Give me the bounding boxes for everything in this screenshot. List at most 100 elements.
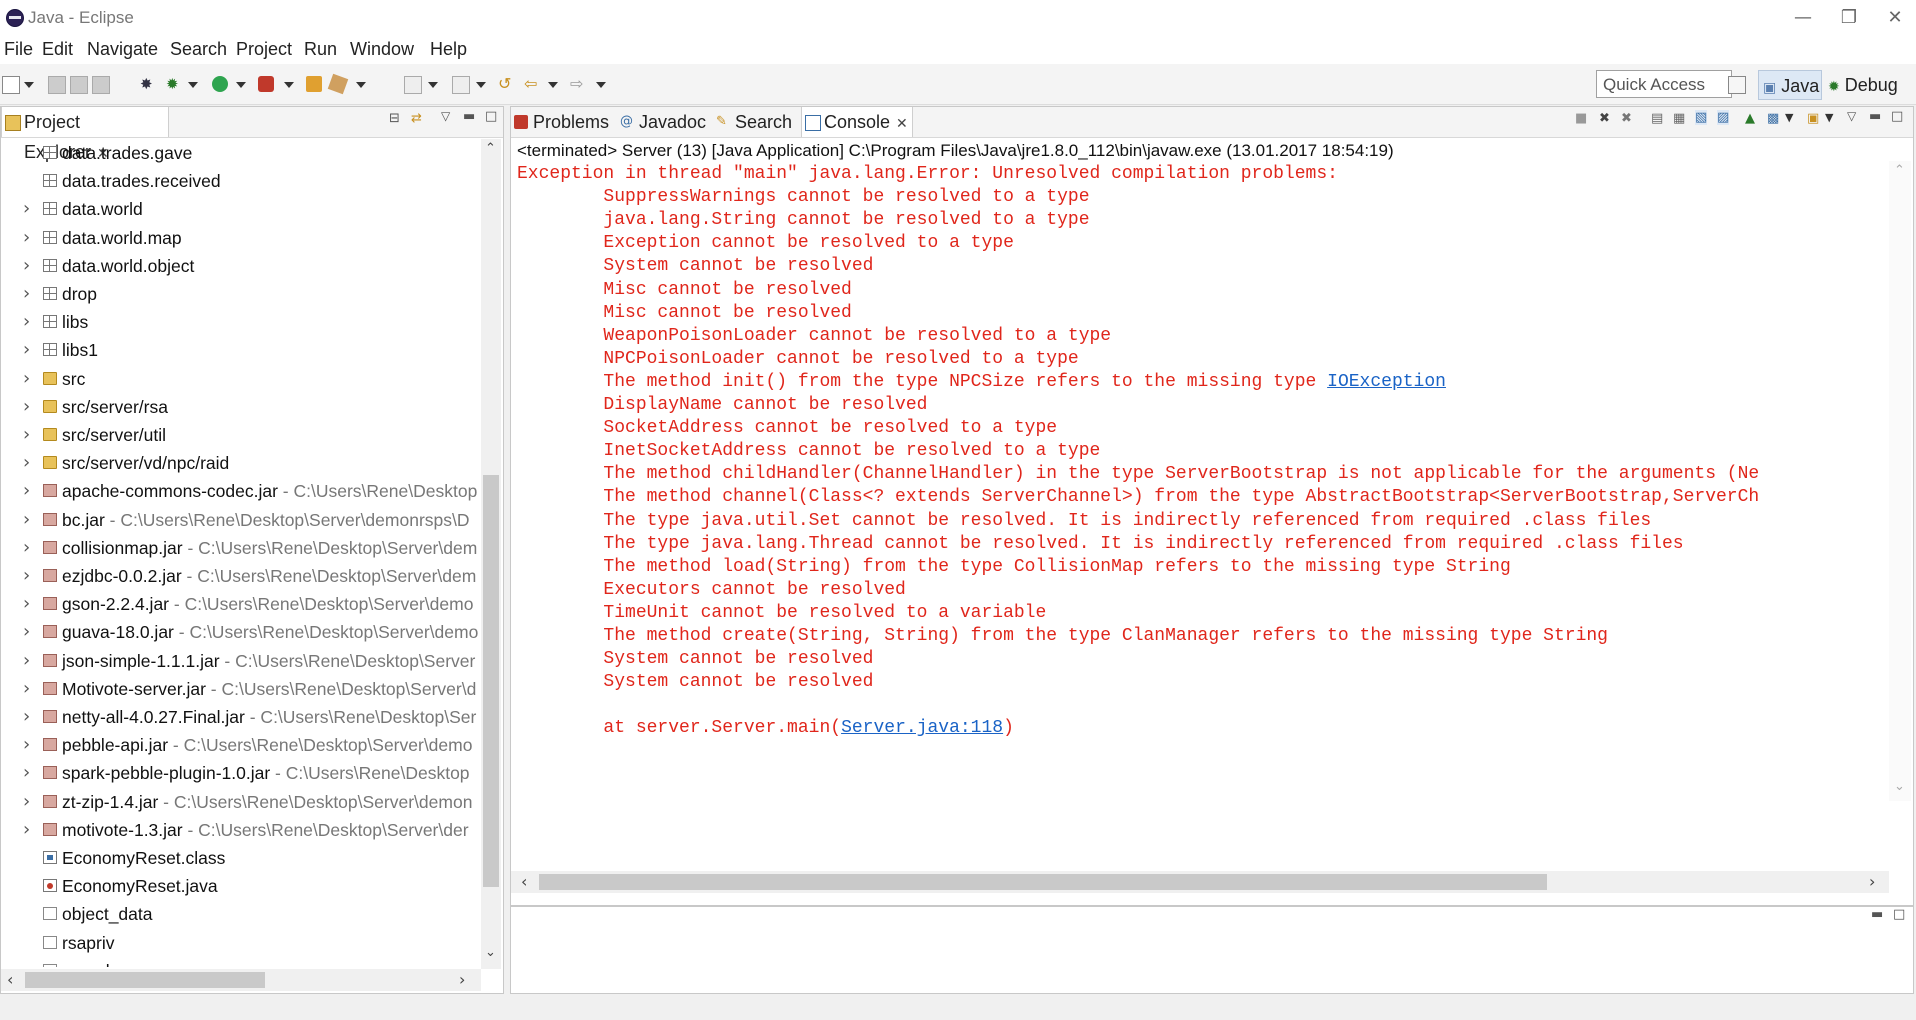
tree-item[interactable]: › pebble-api.jar - C:\Users\Rene\Desktop\… <box>1 731 481 759</box>
tree-item[interactable]: EconomyReset.class <box>1 844 481 872</box>
maximize-view-icon[interactable]: □ <box>1891 109 1903 124</box>
tree-item[interactable]: data.trades.received <box>1 167 481 195</box>
menu-window[interactable]: Window <box>350 39 414 60</box>
tree-item[interactable]: › src/server/rsa <box>1 393 481 421</box>
chevron-right-icon[interactable]: › <box>23 336 30 364</box>
tree-item[interactable]: › src <box>1 365 481 393</box>
tree-item[interactable]: › src/server/util <box>1 421 481 449</box>
chevron-right-icon[interactable]: › <box>23 393 30 421</box>
tree-item[interactable]: › libs <box>1 308 481 336</box>
chevron-right-icon[interactable]: › <box>23 703 30 731</box>
scroll-down-icon[interactable]: ⌄ <box>1894 779 1905 794</box>
forward-icon[interactable]: ⇨ <box>570 76 586 92</box>
stacktrace-source-link[interactable]: Server.java:118 <box>841 718 1003 738</box>
tree-item[interactable]: › bc.jar - C:\Users\Rene\Desktop\Server\d… <box>1 506 481 534</box>
prev-annotation-dropdown-icon[interactable] <box>476 82 486 88</box>
link-with-editor-icon[interactable]: ⇄ <box>411 111 422 126</box>
open-perspective-icon[interactable] <box>1728 76 1746 94</box>
debug-perspective-button[interactable]: ✹ Debug <box>1828 70 1898 100</box>
tree-item[interactable]: rsapriv <box>1 929 481 957</box>
chevron-right-icon[interactable]: › <box>23 280 30 308</box>
minimize-view-icon[interactable]: ▬ <box>1871 907 1883 922</box>
chevron-right-icon[interactable]: › <box>23 224 30 252</box>
prev-annotation-icon[interactable] <box>452 76 470 94</box>
chevron-right-icon[interactable]: › <box>23 618 30 646</box>
quick-access-field[interactable]: Quick Access <box>1596 70 1732 98</box>
scroll-right-icon[interactable]: › <box>1869 872 1875 891</box>
chevron-right-icon[interactable]: › <box>23 675 30 703</box>
tree-item[interactable]: EconomyReset.java <box>1 872 481 900</box>
chevron-right-icon[interactable]: › <box>23 252 30 280</box>
tab-problems[interactable]: Problems <box>511 107 615 137</box>
console-output[interactable]: Exception in thread "main" java.lang.Err… <box>517 163 1897 813</box>
print-icon[interactable] <box>92 76 110 94</box>
debug-icon[interactable]: ✹ <box>166 76 182 92</box>
chevron-right-icon[interactable]: › <box>23 421 30 449</box>
display-console-icon[interactable]: ▩ <box>1767 111 1779 126</box>
chevron-right-icon[interactable]: › <box>23 365 30 393</box>
maximize-view-icon[interactable]: □ <box>485 109 497 124</box>
save-all-icon[interactable] <box>70 76 88 94</box>
scroll-down-icon[interactable]: ⌄ <box>485 945 496 960</box>
open-console-dropdown-icon[interactable]: ▼ <box>1825 111 1833 124</box>
tree-item[interactable]: › drop <box>1 280 481 308</box>
tree-item[interactable]: object_data <box>1 900 481 928</box>
tree-item[interactable]: › guava-18.0.jar - C:\Users\Rene\Desktop\… <box>1 618 481 646</box>
word-wrap-icon[interactable]: ▧ <box>1695 110 1708 125</box>
tree-item[interactable]: › motivote-1.3.jar - C:\Users\Rene\Deskto… <box>1 816 481 844</box>
tree-scroll-thumb[interactable] <box>483 475 499 887</box>
clear-console-icon[interactable]: ▤ <box>1651 111 1663 126</box>
chevron-right-icon[interactable]: › <box>23 759 30 787</box>
tree-item[interactable]: › src/server/vd/npc/raid <box>1 449 481 477</box>
menu-search[interactable]: Search <box>170 39 227 60</box>
scroll-right-icon[interactable]: › <box>459 970 465 989</box>
minimize-button[interactable]: — <box>1780 4 1826 32</box>
console-hscroll-thumb[interactable] <box>539 874 1547 890</box>
console-vertical-scrollbar[interactable]: ⌃ ⌄ <box>1889 161 1911 801</box>
tree-item[interactable]: data.trades.gave <box>1 139 481 167</box>
chevron-right-icon[interactable]: › <box>23 590 30 618</box>
chevron-right-icon[interactable]: › <box>23 195 30 223</box>
scroll-up-icon[interactable]: ⌃ <box>1894 163 1905 178</box>
new-icon[interactable] <box>2 76 20 94</box>
close-tab-icon[interactable]: ✕ <box>896 116 908 132</box>
scroll-left-icon[interactable]: ‹ <box>7 970 13 989</box>
back-icon[interactable]: ⇦ <box>524 76 540 92</box>
tree-item[interactable]: rsapub <box>1 957 481 967</box>
menu-help[interactable]: Help <box>430 39 467 60</box>
last-edit-icon[interactable]: ↺ <box>498 76 514 92</box>
collapse-all-icon[interactable]: ⊟ <box>389 111 400 126</box>
menu-project[interactable]: Project <box>236 39 292 60</box>
tab-javadoc[interactable]: @ Javadoc <box>617 107 711 137</box>
run-dropdown-icon[interactable] <box>236 82 246 88</box>
scroll-left-icon[interactable]: ‹ <box>521 872 527 891</box>
chevron-right-icon[interactable]: › <box>23 449 30 477</box>
terminate-icon[interactable]: ■ <box>1575 111 1587 126</box>
tree-item[interactable]: › json-simple-1.1.1.jar - C:\Users\Rene\D… <box>1 647 481 675</box>
chevron-right-icon[interactable]: › <box>23 562 30 590</box>
save-icon[interactable] <box>48 76 66 94</box>
tree-item[interactable]: › zt-zip-1.4.jar - C:\Users\Rene\Desktop\… <box>1 788 481 816</box>
chevron-right-icon[interactable]: › <box>23 308 30 336</box>
minimize-view-icon[interactable]: ▬ <box>1869 109 1881 124</box>
tree-item[interactable]: › data.world.map <box>1 224 481 252</box>
open-console-icon[interactable]: ▣ <box>1807 111 1819 126</box>
minimize-view-icon[interactable]: ▬ <box>463 109 475 124</box>
chevron-right-icon[interactable]: › <box>23 647 30 675</box>
forward-dropdown-icon[interactable] <box>596 82 606 88</box>
console-horizontal-scrollbar[interactable]: ‹ › <box>511 871 1889 893</box>
java-perspective-button[interactable]: ▣ Java <box>1758 70 1822 100</box>
run-icon[interactable] <box>212 76 228 92</box>
tree-vertical-scrollbar[interactable]: ⌃ ⌄ <box>481 139 501 969</box>
remove-launch-icon[interactable]: ✖ <box>1599 111 1610 126</box>
tree-item[interactable]: › data.world.object <box>1 252 481 280</box>
tab-project-explorer[interactable]: Project Explorer ✕ <box>1 107 169 162</box>
ioexception-link[interactable]: IOException <box>1327 372 1446 392</box>
pin-console-icon[interactable]: ▲ <box>1745 111 1755 126</box>
tree-item[interactable]: › netty-all-4.0.27.Final.jar - C:\Users\R… <box>1 703 481 731</box>
tree-item[interactable]: › collisionmap.jar - C:\Users\Rene\Deskto… <box>1 534 481 562</box>
view-menu-icon[interactable]: ▽ <box>441 109 450 123</box>
tree-hscroll-thumb[interactable] <box>25 972 265 988</box>
tree-item[interactable]: › ezjdbc-0.0.2.jar - C:\Users\Rene\Deskto… <box>1 562 481 590</box>
scroll-lock-icon[interactable]: ▦ <box>1673 111 1685 126</box>
